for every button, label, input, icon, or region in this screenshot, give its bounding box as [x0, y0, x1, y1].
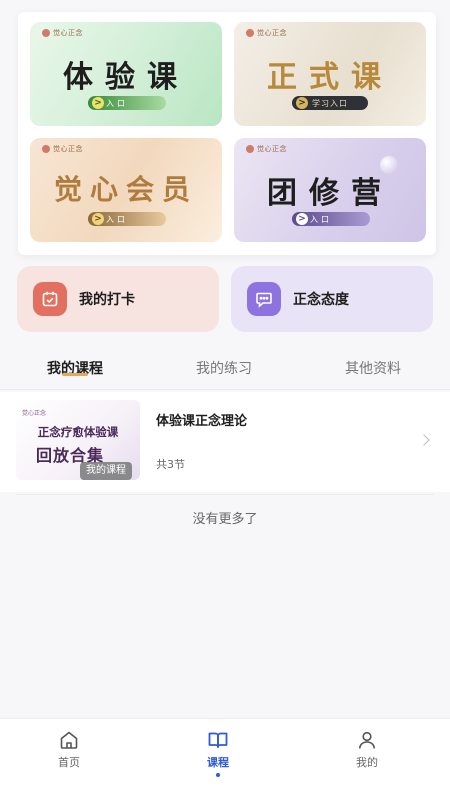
user-icon — [359, 731, 375, 749]
banner-title: 正式课 — [267, 60, 393, 95]
nav-home[interactable]: 首页 — [29, 729, 109, 770]
banner-title: 团修营 — [267, 176, 393, 211]
banner-trial-course[interactable]: 觉心正念 体验课 > 入口 — [30, 22, 222, 126]
banner-membership[interactable]: 觉心正念 觉心会员 > 入口 — [30, 138, 222, 242]
chevron-right-icon: > — [296, 97, 308, 109]
nav-profile[interactable]: 我的 — [327, 729, 407, 770]
thumb-logo: 觉心正念 — [22, 410, 47, 417]
my-course-badge: 我的课程 — [80, 462, 132, 480]
brand-logo: 觉心正念 — [42, 144, 83, 154]
course-thumbnail: 觉心正念 正念疗愈体验课 回放合集 我的课程 — [16, 400, 140, 480]
chevron-right-icon: > — [92, 97, 104, 109]
brand-logo: 觉心正念 — [246, 144, 287, 154]
entry-button[interactable]: > 入口 — [88, 96, 166, 110]
banner-title: 觉心会员 — [53, 173, 198, 206]
tab-indicator — [62, 373, 88, 376]
my-checkin-label: 我的打卡 — [79, 292, 135, 308]
home-icon — [60, 731, 78, 749]
banner-group-camp[interactable]: 觉心正念 团修营 > 入口 — [234, 138, 426, 242]
book-icon — [208, 732, 228, 748]
nav-courses[interactable]: 课程 — [178, 729, 258, 777]
entry-button[interactable]: > 学习入口 — [292, 96, 368, 110]
thumb-title: 正念疗愈体验课 — [37, 425, 119, 439]
nav-home-label: 首页 — [58, 756, 80, 769]
banner-grid: 觉心正念 体验课 > 入口 觉心正念 正式课 > 学习入口 觉心正念 觉心会员 … — [18, 12, 436, 255]
entry-button[interactable]: > 入口 — [88, 212, 166, 226]
my-checkin-button[interactable]: 我的打卡 — [17, 266, 219, 332]
calendar-icon — [33, 282, 67, 316]
tabs-divider — [0, 389, 450, 390]
entry-button[interactable]: > 入口 — [292, 212, 370, 226]
active-dot — [216, 773, 220, 777]
lesson-count: 共3节 — [156, 458, 185, 471]
bottom-tab-bar: 首页 课程 我的 — [0, 718, 450, 800]
brand-logo: 觉心正念 — [246, 28, 287, 38]
banner-title: 体验课 — [63, 60, 189, 95]
list-end-text: 没有更多了 — [192, 512, 258, 527]
banner-formal-course[interactable]: 觉心正念 正式课 > 学习入口 — [234, 22, 426, 126]
course-title: 体验课正念理论 — [156, 414, 248, 429]
mindfulness-attitude-label: 正念态度 — [293, 292, 349, 308]
tab-my-practice[interactable]: 我的练习 — [196, 358, 252, 378]
brand-logo: 觉心正念 — [42, 28, 83, 38]
course-list-item[interactable]: 觉心正念 正念疗愈体验课 回放合集 我的课程 体验课正念理论 共3节 — [0, 392, 450, 492]
list-divider — [16, 494, 434, 495]
chat-icon — [247, 282, 281, 316]
mindfulness-attitude-button[interactable]: 正念态度 — [231, 266, 433, 332]
course-tabs: 我的课程 我的练习 其他资料 — [0, 350, 450, 390]
chevron-right-icon: > — [92, 213, 104, 225]
nav-profile-label: 我的 — [356, 756, 378, 769]
chevron-right-icon: > — [296, 213, 308, 225]
tab-other-materials[interactable]: 其他资料 — [345, 358, 401, 378]
chevron-right-icon — [418, 434, 430, 446]
nav-courses-label: 课程 — [207, 756, 229, 769]
